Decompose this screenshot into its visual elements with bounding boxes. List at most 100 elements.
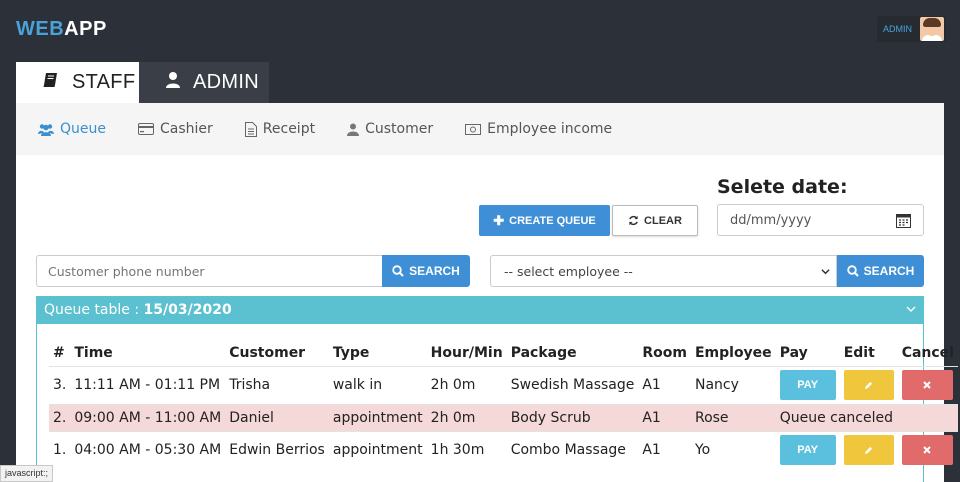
col-type: Type [332,344,370,361]
search-phone-button[interactable]: SEARCH [382,255,470,287]
queue-table: # Time Customer Type Hour/Min Package Ro… [49,340,958,469]
credit-card-icon [138,123,154,135]
main-tabs: STAFF ADMIN [16,62,269,103]
brand-part1: WEB [16,18,65,40]
edit-button[interactable] [843,435,894,466]
cell-pay: PAY [775,365,840,404]
pencil-icon [865,446,873,454]
cell-customer: Trisha [225,365,329,404]
cell-cancel [897,430,958,469]
subnav-cashier[interactable]: Cashier [138,121,213,137]
user-name: ADMIN [883,24,912,34]
create-queue-label: CREATE QUEUE [509,214,596,227]
brand-part2: APP [64,18,107,40]
user-icon [165,71,181,95]
search-icon [392,265,404,277]
cell-cancel [897,365,958,404]
table-header-row: # Time Customer Type Hour/Min Package Ro… [49,340,958,366]
subnav-receipt[interactable]: Receipt [244,121,316,137]
edit-button[interactable] [843,370,894,400]
cell-time: 09:00 AM - 11:00 AM [70,403,226,431]
subnav-customer[interactable]: Customer [347,121,433,137]
date-input[interactable]: dd/mm/yyyy [717,204,924,236]
create-queue-button[interactable]: ✚ CREATE QUEUE [479,205,610,236]
tab-staff[interactable]: STAFF [16,62,139,103]
col-edit: Edit [843,344,875,361]
file-icon [244,121,257,137]
col-customer: Customer [229,344,306,361]
main-panel: Queue Cashier Receipt Customer Employee … [16,103,958,482]
cell-employee: Nancy [690,365,776,404]
col-pay: Pay [779,344,808,361]
table-row: 2. 09:00 AM - 11:00 AM Daniel appointmen… [49,403,958,431]
search-employee-label: SEARCH [863,264,915,278]
money-icon [465,123,482,135]
avatar [920,17,944,41]
cell-type: appointment [328,403,427,431]
user-icon [347,123,360,136]
cell-duration: 2h 0m [426,365,507,404]
col-hour: Hour/Min [430,344,503,361]
cell-customer: Daniel [225,403,329,431]
cell-room: A1 [638,403,691,431]
cell-customer: Edwin Berrios [225,430,329,469]
employee-select-value: -- select employee -- [504,263,633,279]
chevron-down-icon [821,269,830,275]
date-title: Selete date: [717,176,848,198]
queue-table-header[interactable]: Queue table : 15/03/2020 [36,296,924,324]
cell-employee: Yo [690,430,776,469]
cancel-button[interactable] [901,370,953,400]
col-package: Package [510,344,577,361]
col-num: # [53,344,65,361]
calendar-icon[interactable] [896,213,911,228]
chevron-down-icon[interactable] [906,305,916,313]
cell-time: 04:00 AM - 05:30 AM [70,430,226,469]
close-icon [923,381,931,389]
cell-status: Queue canceled [775,403,958,431]
date-input-text: dd/mm/yyyy [730,212,812,228]
search-icon [846,265,859,277]
close-icon [923,446,931,454]
subnav-queue[interactable]: Queue [38,121,106,137]
status-bar: javascript:; [0,465,54,482]
queue-table-body: # Time Customer Type Hour/Min Package Ro… [36,324,958,482]
users-icon [38,123,54,136]
brand-logo[interactable]: WEBAPP [16,18,107,41]
cell-package: Combo Massage [506,430,639,469]
cell-package: Swedish Massage [506,365,639,404]
tab-admin-label: ADMIN [193,71,259,93]
tab-admin[interactable]: ADMIN [139,62,269,103]
table-row: 3. 11:11 AM - 01:11 PM Trisha walk in 2h… [49,365,958,404]
subnav-receipt-label: Receipt [262,121,316,137]
sub-nav: Queue Cashier Receipt Customer Employee … [16,103,944,155]
clear-button[interactable]: CLEAR [612,205,698,236]
col-employee: Employee [694,344,772,361]
customer-phone-input[interactable] [36,255,383,287]
cell-num: 2. [49,403,71,431]
col-room: Room [642,344,687,361]
clear-label: CLEAR [644,214,682,227]
cell-room: A1 [638,430,691,469]
employee-select[interactable]: -- select employee -- [490,255,837,287]
user-menu[interactable]: ADMIN [877,16,946,42]
cell-num: 3. [49,365,71,404]
col-cancel: Cancel [901,344,954,361]
cell-duration: 2h 0m [426,403,507,431]
cell-edit [839,430,898,469]
subnav-customer-label: Customer [365,121,434,137]
cell-duration: 1h 30m [426,430,507,469]
cell-employee: Rose [690,403,776,431]
search-employee-button[interactable]: SEARCH [837,255,924,287]
cell-pay: PAY [775,430,840,469]
cell-type: walk in [328,365,427,404]
subnav-employee-income[interactable]: Employee income [465,121,612,137]
pencil-icon [865,381,873,389]
tab-staff-label: STAFF [72,71,136,93]
pay-button[interactable]: PAY [779,435,836,466]
cell-num: 1. [49,430,71,469]
subnav-employee-income-label: Employee income [487,121,613,137]
cancel-button[interactable] [901,435,953,466]
pay-button[interactable]: PAY [779,370,836,400]
cell-edit [839,365,898,404]
queue-table-title: Queue table : [44,302,144,318]
